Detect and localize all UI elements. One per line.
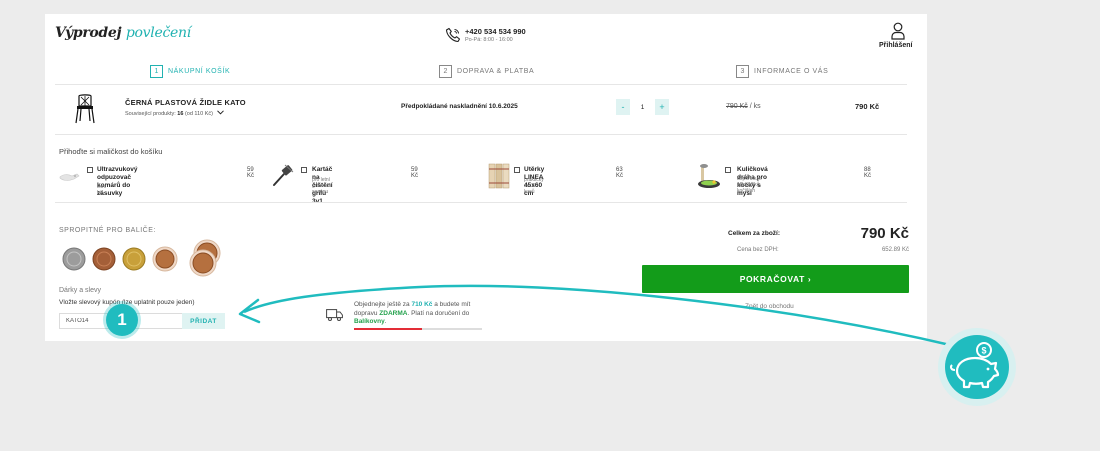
user-icon[interactable] [891,22,905,40]
apply-voucher-button[interactable]: PŘIDAT [182,313,225,329]
coin-1-icon[interactable] [62,247,86,271]
login-link[interactable]: Přihlášení [879,42,912,49]
logo-text-secondary: povlečení [125,25,191,41]
grill-brush-image [273,164,294,186]
quantity-stepper: - 1 + [616,99,669,115]
related-products[interactable]: Související produkty: 16 (od 110 Kč) [125,110,224,117]
step-label: NÁKUPNÍ KOŠÍK [168,68,231,75]
free-label: ZDARMA [379,309,408,317]
divider [55,84,907,85]
remaining-amount: 710 Kč [411,301,433,308]
piggy-bank-icon: $ [938,328,1016,406]
continue-button[interactable]: POKRAČOVAT › [642,265,909,293]
svg-text:$: $ [981,346,986,356]
logo-text-primary: Výprodej [55,25,122,41]
shop-logo[interactable]: Výprodej povlečení [55,25,191,41]
related-count: 16 [177,111,184,117]
quantity-increase-button[interactable]: + [655,99,669,115]
free-shipping-info: Objednejte ještě za 710 Kč a budete mít … [354,301,482,327]
tip-coins [62,239,221,277]
addon-price: 59 Kč [247,167,255,179]
addons-title: Přihoďte si maličkost do košíku [59,147,163,156]
divider [55,134,907,135]
free-shipping-text: . [384,318,387,325]
addon-checkbox[interactable] [514,167,520,173]
addon-subtitle: letní hit [97,184,107,196]
quantity-value[interactable]: 1 [630,99,655,115]
related-label: Související produkty: [125,111,176,117]
step-badge: 1 [106,304,138,336]
addon-price: 59 Kč [411,167,419,179]
addon-price: 88 Kč [864,167,872,179]
step-cart[interactable]: 1 NÁKUPNÍ KOŠÍK [150,65,230,78]
chevron-down-icon [216,110,224,115]
step-number: 3 [736,65,749,78]
net-price-label: Cena bez DPH: [737,247,779,253]
chair-product-image[interactable] [74,94,96,124]
addon-checkbox[interactable] [301,167,307,173]
unit-price-value: 790 Kč [726,103,748,110]
net-price-value: 652.89 Kč [881,247,909,253]
gifts-discounts-title: Dárky a slevy [59,287,102,294]
step-label: DOPRAVA & PLATBA [457,68,535,75]
addon-subtitle: pro letní grilovací sezónu [312,177,331,195]
phone-number[interactable]: +420 534 534 990 [465,27,526,36]
free-shipping-progress [354,328,482,330]
product-name[interactable]: ČERNÁ PLASTOVÁ ŽIDLE KATO [125,98,246,107]
free-shipping-text: . Platí na doručení do [407,309,470,317]
quantity-decrease-button[interactable]: - [616,99,630,115]
total-label: Celkem za zboží: [728,230,781,237]
divider [55,202,907,203]
kitchen-towels-image [488,163,510,189]
free-shipping-text: Objednejte ještě za [354,301,412,308]
total-value: 790 Kč [860,225,909,242]
coin-stack-icon[interactable] [189,239,221,277]
cart-page: Výprodej povlečení +420 534 534 990 Po-P… [45,14,927,341]
line-total: 790 Kč [855,102,880,111]
coin-4-icon[interactable] [152,246,178,272]
unit-price-suffix: / ks [749,103,761,110]
delivery-estimate: Předpokládané naskladnění 10.6.2025 [401,103,518,110]
step-number: 2 [439,65,452,78]
coin-3-icon[interactable] [122,247,146,271]
addon-subtitle: zákazníků [737,182,760,188]
addon-subtitle: praktický set 3 kusů [524,177,544,195]
addon-price: 63 Kč [616,167,624,179]
coin-2-icon[interactable] [92,247,116,271]
related-price: (od 110 Kč) [184,111,213,117]
carrier-name: Balíkovny [354,318,385,325]
cat-toy-image [698,164,720,188]
tips-title: SPROPITNÉ PRO BALIČE: [59,227,156,234]
step-number: 1 [150,65,163,78]
mosquito-repeller-image [59,173,80,181]
back-to-shop-link[interactable]: Zpět do obchodu [745,303,794,310]
step-shipping-payment[interactable]: 2 DOPRAVA & PLATBA [439,65,534,78]
step-label: INFORMACE O VÁS [754,68,829,75]
unit-price: 790 Kč / ks [726,103,761,110]
phone-hours: Po-Pá: 8:00 - 16:00 [465,37,513,43]
addon-checkbox[interactable] [87,167,93,173]
addon-checkbox[interactable] [725,167,731,173]
free-shipping-progress-fill [354,328,422,330]
phone-icon [445,27,461,43]
truck-icon [326,309,343,321]
step-customer-info[interactable]: 3 INFORMACE O VÁS [736,65,828,78]
